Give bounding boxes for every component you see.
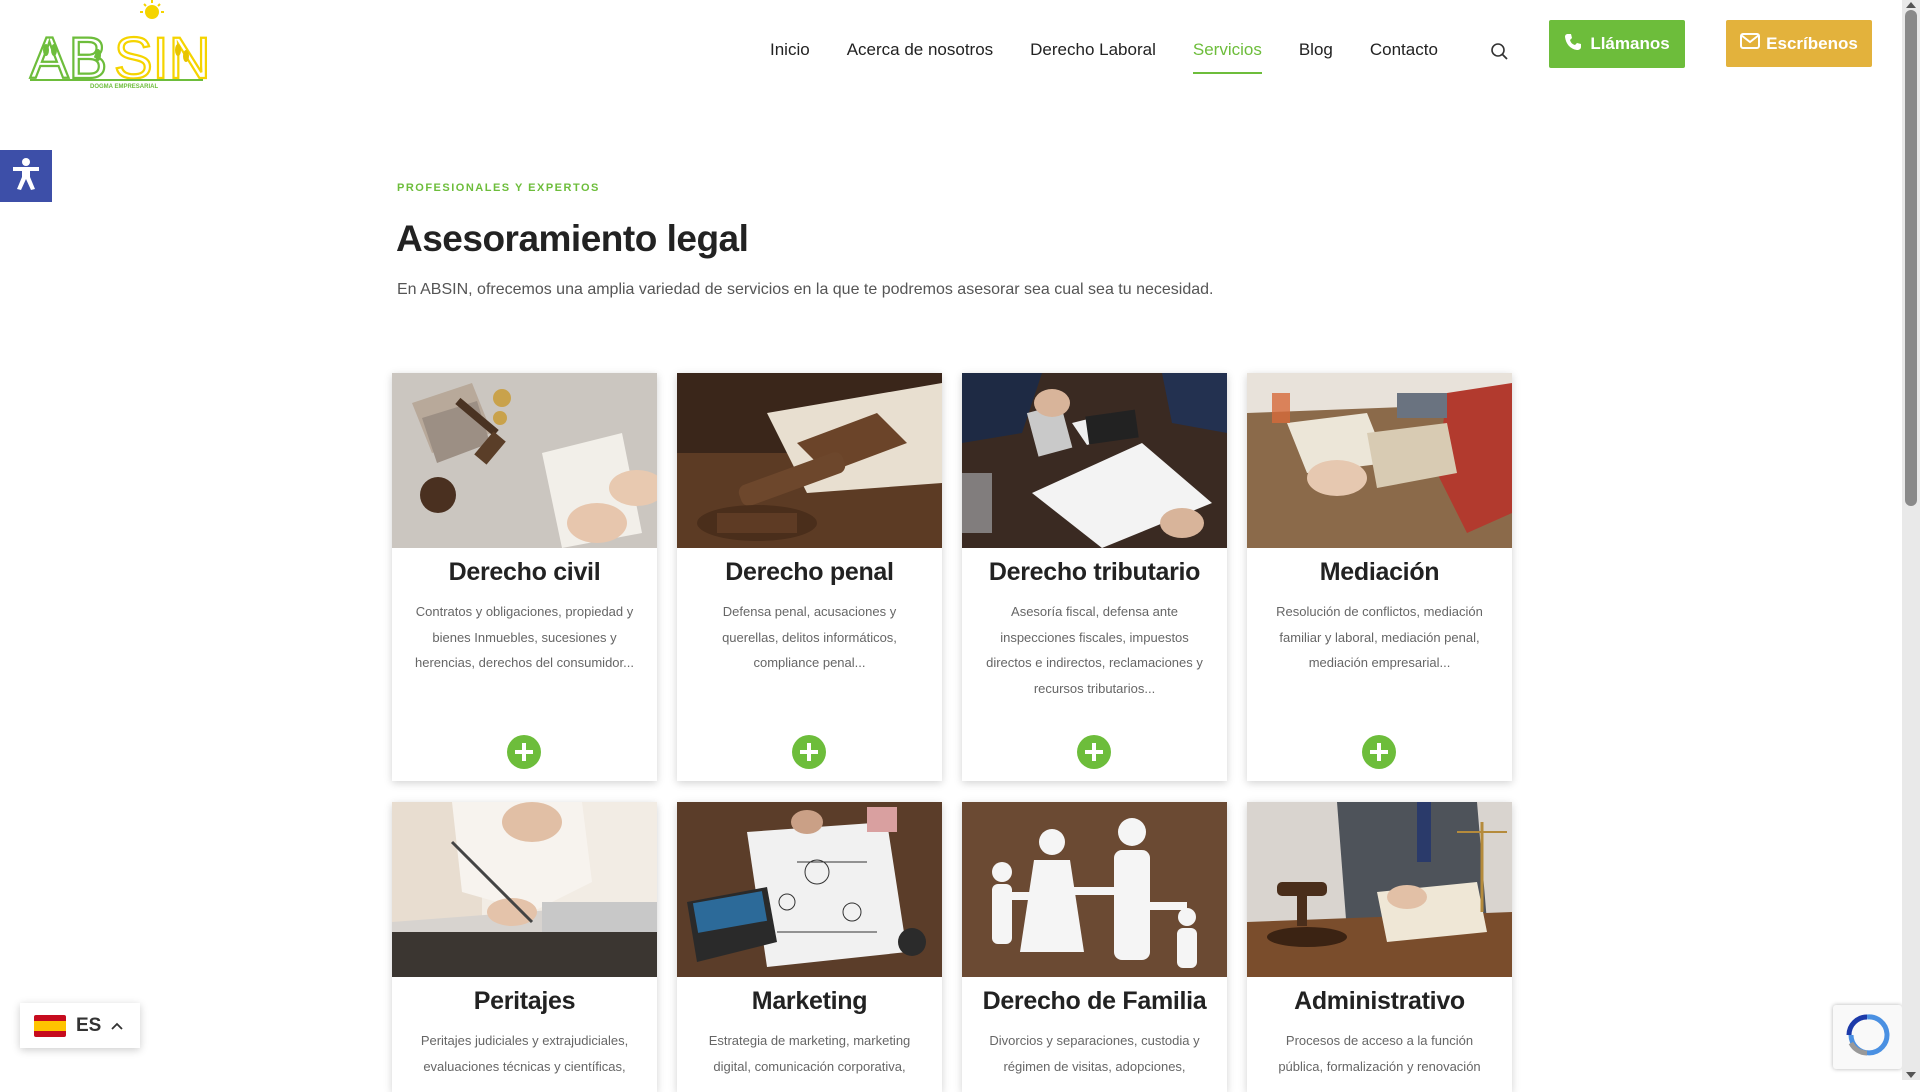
call-button[interactable]: Llámanos [1549, 20, 1685, 68]
service-card-derecho-civil[interactable]: Derecho civil Contratos y obligaciones, … [392, 373, 657, 781]
card-title: Derecho penal [725, 558, 894, 586]
service-card-mediacion[interactable]: Mediación Resolución de conflictos, medi… [1247, 373, 1512, 781]
plus-circle-icon[interactable] [1362, 735, 1396, 769]
nav-derecho-laboral[interactable]: Derecho Laboral [1030, 40, 1156, 74]
page-subtitle: En ABSIN, ofrecemos una amplia variedad … [397, 281, 1214, 298]
scroll-thumb[interactable] [1905, 10, 1917, 506]
card-title: Administrativo [1294, 987, 1465, 1015]
card-text: Procesos de acceso a la función pública,… [1278, 1033, 1481, 1074]
recaptcha-badge[interactable] [1833, 1005, 1902, 1069]
main-nav: Inicio Acerca de nosotros Derecho Labora… [770, 40, 1475, 74]
scroll-up-arrow-icon[interactable] [1906, 2, 1916, 8]
plus-circle-icon[interactable] [1077, 735, 1111, 769]
service-card-marketing[interactable]: Marketing Estrategia de marketing, marke… [677, 802, 942, 1092]
plus-circle-icon[interactable] [792, 735, 826, 769]
service-card-peritajes[interactable]: Peritajes Peritajes judiciales y extraju… [392, 802, 657, 1092]
search-icon[interactable] [1490, 42, 1510, 62]
nav-inicio[interactable]: Inicio [770, 40, 810, 74]
card-image-marketing-desk [677, 802, 942, 977]
write-label: Escríbenos [1766, 33, 1858, 53]
card-image-lawyer-scales [1247, 802, 1512, 977]
phone-icon [1564, 33, 1582, 56]
section-eyebrow: PROFESIONALES Y EXPERTOS [397, 182, 600, 194]
language-switcher[interactable]: ES [20, 1003, 140, 1048]
card-text: Divorcios y separaciones, custodia y rég… [989, 1033, 1200, 1074]
page-scrollbar[interactable] [1902, 0, 1920, 1080]
card-title: Derecho de Familia [982, 987, 1207, 1015]
card-image-gavel-writing [392, 373, 657, 548]
card-title: Derecho civil [448, 558, 601, 586]
logo-tagline: DOGMA EMPRESARIAL [90, 84, 158, 90]
card-title: Peritajes [473, 987, 576, 1015]
card-image-tax-documents [962, 373, 1227, 548]
service-card-derecho-tributario[interactable]: Derecho tributario Asesoría fiscal, defe… [962, 373, 1227, 781]
card-image-meeting-table [1247, 373, 1512, 548]
card-title: Derecho tributario [988, 558, 1201, 586]
nav-blog[interactable]: Blog [1299, 40, 1333, 74]
card-image-woman-writing [392, 802, 657, 977]
site-header: AB SIN DOGMA EMPRESARIAL Inicio Acerca d… [0, 0, 1902, 110]
nav-contacto[interactable]: Contacto [1370, 40, 1438, 74]
envelope-icon [1740, 33, 1761, 54]
service-card-administrativo[interactable]: Administrativo Procesos de acceso a la f… [1247, 802, 1512, 1092]
scroll-down-arrow-icon[interactable] [1906, 1072, 1916, 1078]
service-card-derecho-penal[interactable]: Derecho penal Defensa penal, acusaciones… [677, 373, 942, 781]
card-image-paper-family [962, 802, 1227, 977]
page-title: Asesoramiento legal [396, 218, 749, 259]
language-code: ES [76, 1014, 102, 1036]
card-text: Peritajes judiciales y extrajudiciales, … [420, 1033, 629, 1074]
card-text: Estrategia de marketing, marketing digit… [708, 1033, 911, 1074]
nav-acerca[interactable]: Acerca de nosotros [847, 40, 993, 74]
accessibility-icon [11, 157, 41, 196]
card-text: Resolución de conflictos, mediación fami… [1276, 604, 1483, 670]
chevron-up-icon [111, 1017, 123, 1035]
service-card-derecho-familia[interactable]: Derecho de Familia Divorcios y separacio… [962, 802, 1227, 1092]
nav-servicios[interactable]: Servicios [1192, 40, 1262, 74]
card-image-gavel-book [677, 373, 942, 548]
card-text: Contratos y obligaciones, propiedad y bi… [415, 604, 634, 670]
card-title: Mediación [1319, 558, 1440, 586]
write-button[interactable]: Escríbenos [1726, 20, 1872, 67]
card-text: Defensa penal, acusaciones y querellas, … [722, 604, 897, 670]
call-label: Llámanos [1590, 34, 1670, 53]
accessibility-button[interactable] [0, 150, 52, 202]
card-title: Marketing [751, 987, 868, 1015]
plus-circle-icon[interactable] [507, 735, 541, 769]
spain-flag-icon [34, 1014, 66, 1037]
card-text: Asesoría fiscal, defensa ante inspeccion… [986, 604, 1203, 696]
absin-logo[interactable]: AB SIN DOGMA EMPRESARIAL [28, 0, 212, 92]
